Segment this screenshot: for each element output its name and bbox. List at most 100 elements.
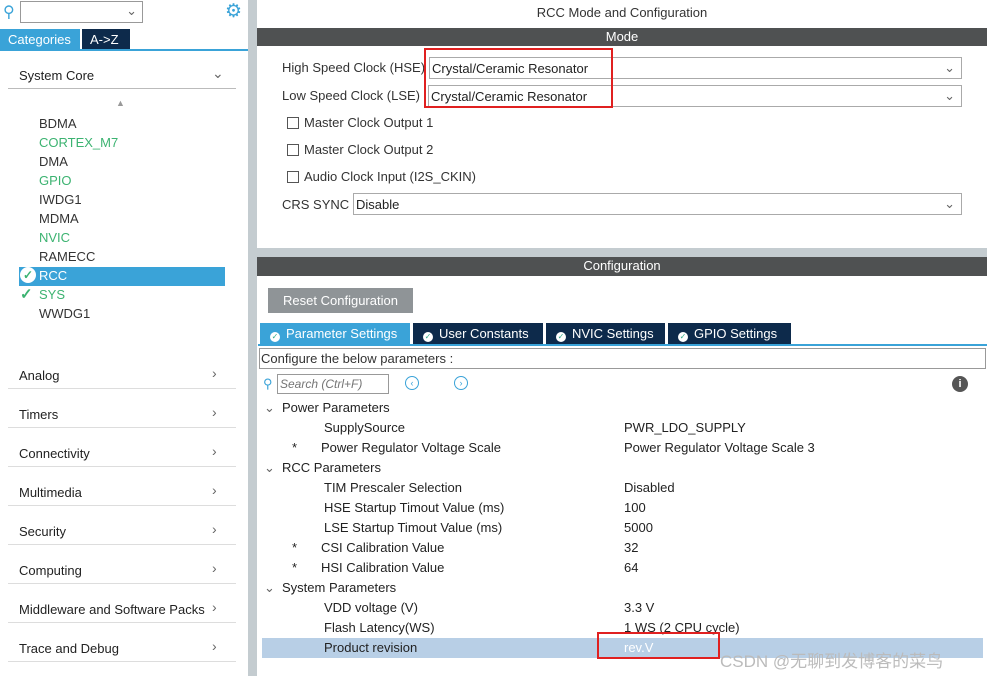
divider xyxy=(8,622,236,623)
divider xyxy=(8,583,236,584)
peripheral-item[interactable]: GPIO xyxy=(39,173,72,188)
crs-value: Disable xyxy=(356,197,400,212)
previous-icon[interactable]: ‹ xyxy=(405,376,419,390)
parameter-value: 32 xyxy=(624,540,639,555)
peripheral-item[interactable]: WWDG1 xyxy=(39,306,90,321)
parameter-search-input[interactable] xyxy=(277,374,389,394)
tab-user-constants[interactable]: ✓ User Constants xyxy=(413,323,543,344)
check-icon: ✓ xyxy=(556,332,566,342)
parameter-row[interactable]: SupplySource PWR_LDO_SUPPLY xyxy=(262,418,983,438)
parameter-row[interactable]: LSE Startup Timout Value (ms) 5000 xyxy=(262,518,983,538)
parameter-value: 64 xyxy=(624,560,639,575)
chevron-down-icon[interactable]: ⌄ xyxy=(212,65,224,82)
tab-label: User Constants xyxy=(439,326,529,341)
divider xyxy=(8,466,236,467)
chevron-down-icon: ⌄ xyxy=(264,580,275,595)
required-marker: * xyxy=(292,560,298,575)
category-item[interactable]: Security xyxy=(19,524,66,539)
chevron-down-icon: ⌄ xyxy=(944,196,955,211)
peripheral-item[interactable]: BDMA xyxy=(39,116,77,131)
highlight-annotation xyxy=(597,632,720,659)
tab-label: NVIC Settings xyxy=(572,326,654,341)
parameter-value: PWR_LDO_SUPPLY xyxy=(624,420,746,435)
checkbox-label: Audio Clock Input (I2S_CKIN) xyxy=(304,169,476,184)
peripheral-item[interactable]: DMA xyxy=(39,154,68,169)
parameter-name: LSE Startup Timout Value (ms) xyxy=(324,520,503,535)
checkbox[interactable] xyxy=(287,117,299,129)
chevron-right-icon[interactable]: › xyxy=(212,560,217,576)
peripheral-item[interactable]: NVIC xyxy=(39,230,70,245)
reset-configuration-button[interactable]: Reset Configuration xyxy=(268,288,413,313)
category-item[interactable]: Connectivity xyxy=(19,446,90,461)
category-item[interactable]: Trace and Debug xyxy=(19,641,119,656)
parameter-row[interactable]: * HSI Calibration Value 64 xyxy=(262,558,983,578)
chevron-right-icon[interactable]: › xyxy=(212,599,217,615)
category-item[interactable]: Computing xyxy=(19,563,82,578)
checkbox-label: Master Clock Output 2 xyxy=(304,142,434,157)
tab-parameter-settings[interactable]: ✓ Parameter Settings xyxy=(260,323,410,344)
peripheral-search-input[interactable]: ⌄ xyxy=(20,1,143,23)
parameter-row[interactable]: VDD voltage (V) 3.3 V xyxy=(262,598,983,618)
info-icon[interactable]: i xyxy=(952,376,968,392)
group-name: RCC Parameters xyxy=(282,460,381,475)
chevron-down-icon: ⌄ xyxy=(264,460,275,475)
category-item[interactable]: Middleware and Software Packs xyxy=(19,602,205,617)
lse-label: Low Speed Clock (LSE) xyxy=(282,88,421,103)
peripheral-item[interactable]: CORTEX_M7 xyxy=(39,135,118,150)
peripheral-item[interactable]: RAMECC xyxy=(39,249,95,264)
section-system-core[interactable]: System Core xyxy=(19,68,94,83)
section-splitter[interactable] xyxy=(257,248,987,257)
sort-icon[interactable]: ▲ xyxy=(116,98,125,108)
peripheral-item[interactable]: MDMA xyxy=(39,211,79,226)
tab-underline xyxy=(258,344,987,346)
search-icon[interactable]: ⚲ xyxy=(3,2,15,22)
parameter-name: HSI Calibration Value xyxy=(321,560,445,575)
parameter-row[interactable]: HSE Startup Timout Value (ms) 100 xyxy=(262,498,983,518)
chevron-right-icon[interactable]: › xyxy=(212,404,217,420)
check-icon: ✓ xyxy=(270,332,280,342)
gear-icon[interactable]: ⚙ xyxy=(225,0,242,23)
parameter-group[interactable]: ⌄ Power Parameters xyxy=(262,398,983,418)
configuration-header: Configuration xyxy=(257,257,987,276)
chevron-right-icon[interactable]: › xyxy=(212,482,217,498)
parameter-row[interactable]: TIM Prescaler Selection Disabled xyxy=(262,478,983,498)
chevron-right-icon[interactable]: › xyxy=(212,638,217,654)
chevron-right-icon[interactable]: › xyxy=(212,365,217,381)
parameter-value: 100 xyxy=(624,500,646,515)
tab-nvic-settings[interactable]: ✓ NVIC Settings xyxy=(546,323,665,344)
required-marker: * xyxy=(292,440,298,455)
tab-categories[interactable]: Categories xyxy=(0,29,80,49)
parameter-value: 5000 xyxy=(624,520,653,535)
watermark: CSDN @无聊到发博客的菜鸟 xyxy=(720,652,944,671)
parameter-row[interactable]: * CSI Calibration Value 32 xyxy=(262,538,983,558)
checkbox[interactable] xyxy=(287,171,299,183)
category-item[interactable]: Multimedia xyxy=(19,485,82,500)
peripheral-item[interactable]: IWDG1 xyxy=(39,192,82,207)
highlight-annotation xyxy=(424,48,613,108)
crs-sync-select[interactable]: Disable ⌄ xyxy=(353,193,962,215)
chevron-down-icon: ⌄ xyxy=(264,400,275,415)
category-item[interactable]: Timers xyxy=(19,407,58,422)
tab-gpio-settings[interactable]: ✓ GPIO Settings xyxy=(668,323,791,344)
category-item[interactable]: Analog xyxy=(19,368,59,383)
mode-header: Mode xyxy=(257,28,987,46)
checkbox-label: Master Clock Output 1 xyxy=(304,115,434,130)
checkbox[interactable] xyxy=(287,144,299,156)
chevron-right-icon[interactable]: › xyxy=(212,521,217,537)
chevron-down-icon: ⌄ xyxy=(944,88,955,103)
parameter-group[interactable]: ⌄ RCC Parameters xyxy=(262,458,983,478)
parameter-name: Product revision xyxy=(324,640,418,655)
parameter-group[interactable]: ⌄ System Parameters xyxy=(262,578,983,598)
parameter-name: SupplySource xyxy=(324,420,405,435)
chevron-right-icon[interactable]: › xyxy=(212,443,217,459)
next-icon[interactable]: › xyxy=(454,376,468,390)
panel-splitter[interactable] xyxy=(248,0,257,676)
parameter-value: 3.3 V xyxy=(624,600,655,615)
peripheral-item[interactable]: SYS xyxy=(39,287,65,302)
peripheral-item[interactable]: RCC xyxy=(39,268,67,283)
tab-a-z[interactable]: A->Z xyxy=(82,29,130,49)
parameter-row[interactable]: * Power Regulator Voltage Scale Power Regu… xyxy=(262,438,983,458)
group-name: System Parameters xyxy=(282,580,397,595)
divider xyxy=(8,427,236,428)
crs-label: CRS SYNC xyxy=(282,197,350,212)
